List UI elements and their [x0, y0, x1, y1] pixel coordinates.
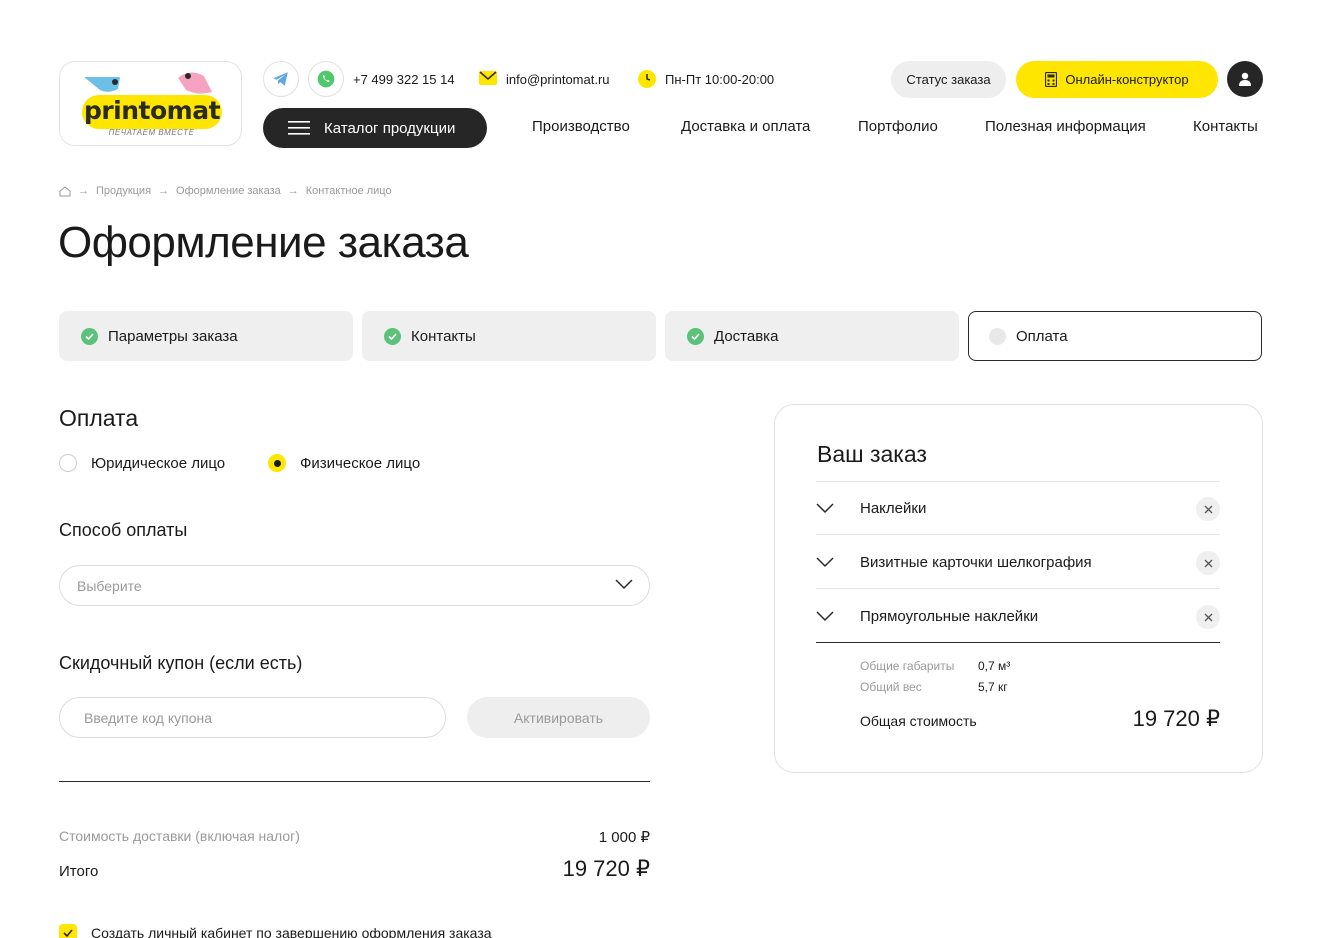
total-value: 19 720 ₽: [562, 856, 650, 881]
order-total-value: 19 720 ₽: [1132, 706, 1220, 731]
online-constructor-button[interactable]: Онлайн-конструктор: [1016, 61, 1218, 98]
chevron-down-icon[interactable]: [816, 502, 860, 514]
whatsapp-button[interactable]: [308, 61, 344, 97]
order-status-button[interactable]: Статус заказа: [891, 61, 1006, 98]
step-order-params[interactable]: Параметры заказа: [59, 311, 353, 361]
nav-delivery-payment[interactable]: Доставка и оплата: [681, 118, 810, 135]
payment-method-select[interactable]: Выберите: [59, 565, 650, 606]
home-icon[interactable]: [59, 185, 71, 197]
order-status-label: Статус заказа: [906, 72, 991, 87]
catalog-label: Каталог продукции: [324, 119, 456, 137]
online-constructor-label: Онлайн-конструктор: [1065, 72, 1189, 87]
step-payment[interactable]: Оплата: [968, 311, 1262, 361]
breadcrumb-arrow-icon: →: [158, 185, 170, 197]
user-icon: [1239, 72, 1251, 86]
phone-link[interactable]: +7 499 322 15 14: [353, 72, 455, 87]
breadcrumb-products[interactable]: Продукция: [96, 185, 151, 197]
logo-tagline: ПЕЧАТАЕМ ВМЕСТЕ: [108, 128, 195, 137]
logo-wordmark: printomat: [82, 95, 222, 129]
legal-entity-radio[interactable]: [59, 454, 77, 472]
nav-production[interactable]: Производство: [532, 118, 630, 135]
email-link[interactable]: info@printomat.ru: [506, 72, 610, 87]
order-item[interactable]: Визитные карточки шелкография: [816, 536, 1220, 589]
weight-label: Общий вес: [860, 680, 922, 694]
payment-method-title: Способ оплаты: [59, 520, 188, 540]
breadcrumb-arrow-icon: →: [78, 185, 89, 197]
chevron-down-icon[interactable]: [816, 556, 860, 568]
individual-radio[interactable]: [268, 454, 286, 472]
whatsapp-icon: [317, 70, 335, 88]
empty-circle-icon: [989, 327, 1006, 345]
breadcrumb-checkout[interactable]: Оформление заказа: [176, 185, 281, 197]
logo[interactable]: printomat ПЕЧАТАЕМ ВМЕСТЕ: [59, 61, 242, 146]
remove-item-button[interactable]: [1196, 497, 1220, 521]
payment-section-title: Оплата: [59, 405, 139, 431]
delivery-cost-label: Стоимость доставки (включая налог): [59, 828, 300, 844]
step-label: Контакты: [411, 327, 476, 345]
order-item[interactable]: Прямоугольные наклейки: [816, 590, 1220, 643]
order-total-label: Общая стоимость: [860, 713, 977, 729]
coupon-input[interactable]: [59, 697, 446, 738]
step-label: Доставка: [714, 327, 779, 345]
mail-icon: [479, 71, 497, 90]
order-item-name: Визитные карточки шелкография: [860, 553, 1092, 571]
individual-label[interactable]: Физическое лицо: [300, 455, 420, 472]
nav-useful-info[interactable]: Полезная информация: [985, 118, 1146, 135]
checkmark-icon: [63, 929, 73, 937]
page-title: Оформление заказа: [58, 218, 469, 267]
total-label: Итого: [59, 863, 99, 880]
weight-value: 5,7 кг: [978, 680, 1008, 694]
step-label: Параметры заказа: [108, 327, 238, 345]
create-account-checkbox[interactable]: [59, 924, 77, 938]
nav-contacts[interactable]: Контакты: [1193, 118, 1258, 135]
step-contacts[interactable]: Контакты: [362, 311, 656, 361]
dimensions-label: Общие габариты: [860, 659, 955, 673]
delivery-cost-value: 1 000 ₽: [598, 829, 650, 846]
order-summary-title: Ваш заказ: [817, 441, 927, 467]
nav-portfolio[interactable]: Портфолио: [858, 118, 938, 135]
order-item-name: Прямоугольные наклейки: [860, 607, 1039, 625]
calculator-icon: [1045, 72, 1058, 87]
create-account-label[interactable]: Создать личный кабинет по завершению офо…: [91, 925, 492, 938]
step-label: Оплата: [1016, 327, 1068, 345]
order-item[interactable]: Наклейки: [816, 482, 1220, 535]
menu-icon: [288, 121, 310, 135]
catalog-button[interactable]: Каталог продукции: [263, 108, 487, 148]
remove-item-button[interactable]: [1196, 551, 1220, 575]
check-circle-icon: [384, 327, 401, 345]
activate-coupon-button[interactable]: Активировать: [467, 697, 650, 738]
activate-label: Активировать: [513, 709, 604, 726]
coupon-title: Скидочный купон (если есть): [59, 653, 303, 673]
remove-item-button[interactable]: [1196, 605, 1220, 629]
chevron-down-icon: [615, 579, 633, 590]
telegram-icon: [273, 72, 288, 86]
user-account-button[interactable]: [1227, 61, 1263, 97]
payment-method-placeholder: Выберите: [77, 577, 142, 594]
legal-entity-label[interactable]: Юридическое лицо: [91, 455, 225, 472]
breadcrumb: → Продукция → Оформление заказа → Контак…: [59, 185, 392, 197]
chevron-down-icon[interactable]: [816, 610, 860, 622]
breadcrumb-arrow-icon: →: [287, 185, 299, 197]
clock-icon: [638, 70, 656, 93]
check-circle-icon: [687, 327, 704, 345]
check-circle-icon: [81, 327, 98, 345]
step-delivery[interactable]: Доставка: [665, 311, 959, 361]
divider: [59, 781, 650, 782]
order-item-name: Наклейки: [860, 499, 927, 517]
close-icon: [1204, 505, 1212, 513]
telegram-button[interactable]: [263, 61, 299, 97]
work-hours: Пн-Пт 10:00-20:00: [665, 72, 775, 87]
close-icon: [1204, 613, 1212, 621]
breadcrumb-contact-person[interactable]: Контактное лицо: [306, 185, 392, 197]
close-icon: [1204, 559, 1212, 567]
dimensions-value: 0,7 м³: [978, 659, 1011, 673]
